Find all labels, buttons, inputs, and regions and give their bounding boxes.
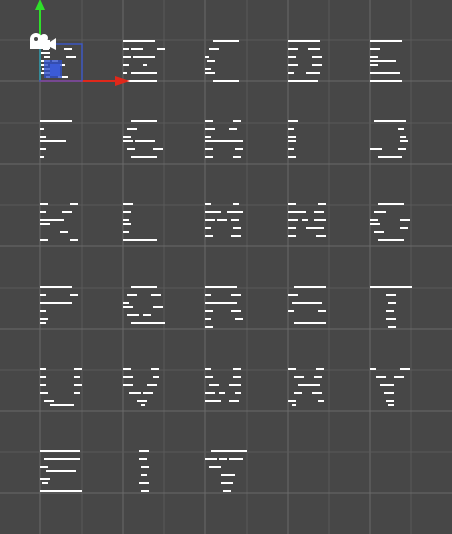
scene-view[interactable]: [0, 0, 452, 534]
transform-gizmo[interactable]: [0, 0, 452, 534]
selection-handle-inner: [50, 64, 60, 76]
y-axis-arrow[interactable]: [35, 0, 45, 10]
camera-icon[interactable]: [30, 33, 56, 50]
x-axis-arrow[interactable]: [115, 76, 130, 86]
